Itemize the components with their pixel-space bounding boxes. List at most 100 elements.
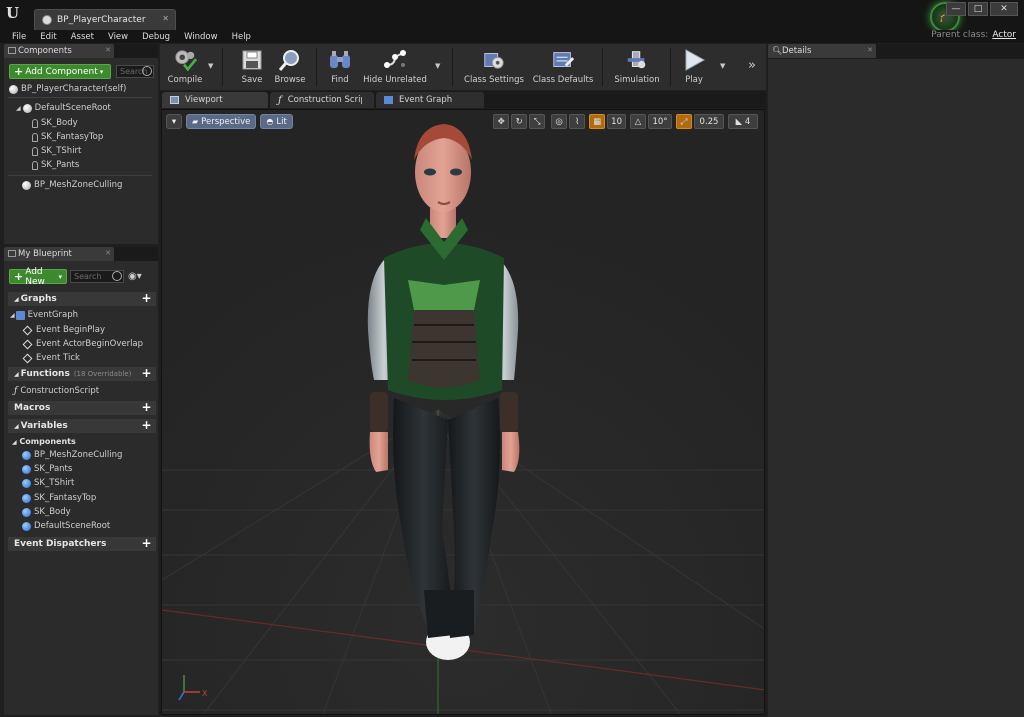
- menu-edit[interactable]: Edit: [40, 32, 56, 42]
- tree-item-sk-pants[interactable]: SK_Pants: [32, 158, 79, 172]
- add-component-button[interactable]: + Add Component ▾: [9, 64, 111, 79]
- viewport-scene: X: [162, 110, 764, 714]
- grid-snap-toggle-icon[interactable]: ▦: [589, 114, 606, 129]
- close-window-button[interactable]: ✕: [990, 2, 1018, 16]
- close-tab-icon[interactable]: ✕: [867, 46, 873, 54]
- document-tab[interactable]: BP_PlayerCharacter ✕: [34, 9, 176, 30]
- variable-item[interactable]: SK_Body: [22, 505, 71, 519]
- tab-event-graph[interactable]: Event Graph: [376, 92, 484, 108]
- menu-asset[interactable]: Asset: [71, 32, 94, 42]
- skeletal-mesh-icon: [32, 160, 38, 170]
- compile-options-arrow-icon[interactable]: ▼: [208, 62, 213, 70]
- scale-snap-value[interactable]: 0.25: [694, 114, 724, 129]
- tree-item-self[interactable]: BP_PlayerCharacter(self): [9, 82, 126, 96]
- details-tab-label: Details: [782, 46, 812, 56]
- dropdown-arrow-icon: ▾: [58, 272, 62, 281]
- variable-item[interactable]: SK_FantasyTop: [22, 491, 96, 505]
- class-defaults-button[interactable]: Class Defaults: [532, 44, 594, 90]
- menu-help[interactable]: Help: [232, 32, 251, 42]
- class-defaults-icon: [551, 48, 575, 72]
- variable-label: SK_Pants: [34, 464, 73, 474]
- perspective-dropdown[interactable]: ▰ Perspective: [186, 114, 257, 129]
- macros-section-header[interactable]: Macros +: [8, 401, 156, 415]
- menu-file[interactable]: File: [12, 32, 26, 42]
- tab-label: Construction Script: [287, 95, 362, 105]
- surface-snap-icon[interactable]: ⌇: [569, 114, 586, 129]
- compile-button[interactable]: Compile: [164, 44, 206, 90]
- add-function-icon[interactable]: +: [141, 367, 152, 379]
- world-local-icon[interactable]: ◎: [551, 114, 568, 129]
- hide-unrelated-options-arrow-icon[interactable]: ▼: [435, 62, 440, 70]
- maximize-button[interactable]: □: [968, 2, 988, 16]
- hide-unrelated-button[interactable]: Hide Unrelated: [362, 44, 428, 90]
- tree-item-defaultsceneroot[interactable]: ◢ DefaultSceneRoot: [16, 101, 111, 115]
- add-dispatcher-icon[interactable]: +: [141, 537, 152, 549]
- tree-item-sk-tshirt[interactable]: SK_TShirt: [32, 144, 81, 158]
- components-tab[interactable]: Components ✕: [4, 44, 114, 58]
- expand-arrow-icon[interactable]: ◢: [16, 105, 21, 112]
- variable-item[interactable]: SK_Pants: [22, 462, 72, 476]
- tree-item-eventgraph[interactable]: ◢ EventGraph: [10, 308, 78, 322]
- functions-section-header[interactable]: ◢ Functions (18 Overridable) +: [8, 367, 156, 381]
- tree-item-sk-fantasytop[interactable]: SK_FantasyTop: [32, 130, 103, 144]
- scale-snap-toggle-icon[interactable]: ⤢: [676, 114, 692, 129]
- browse-icon: [278, 48, 302, 72]
- tree-item-event[interactable]: Event ActorBeginOverlap: [22, 337, 143, 351]
- play-options-arrow-icon[interactable]: ▼: [720, 62, 725, 70]
- tree-item-event[interactable]: Event Tick: [22, 351, 80, 365]
- variables-section-header[interactable]: ◢ Variables +: [8, 419, 156, 433]
- tab-construction-script[interactable]: ƒ Construction Script: [270, 92, 374, 108]
- graphs-section-header[interactable]: ◢ Graphs +: [8, 292, 156, 306]
- viewport[interactable]: X ▾ ▰ Perspective ◓ Lit ✥ ↻ ⤡ ◎ ⌇ ▦ 10 △…: [161, 109, 765, 715]
- close-tab-icon[interactable]: ✕: [162, 14, 169, 23]
- class-settings-icon: [482, 48, 506, 72]
- add-new-button[interactable]: + Add New ▾: [9, 267, 67, 287]
- scale-mode-icon[interactable]: ⤡: [529, 114, 546, 129]
- function-icon: ƒ: [278, 94, 282, 106]
- rotation-snap-value[interactable]: 10°: [648, 114, 672, 129]
- minimize-button[interactable]: —: [946, 2, 966, 16]
- tree-item-event[interactable]: Event BeginPlay: [22, 323, 105, 337]
- tree-item-sk-body[interactable]: SK_Body: [32, 116, 78, 130]
- component-variable-icon: [22, 450, 31, 460]
- details-tab[interactable]: 🔍︎ Details ✕: [768, 44, 876, 58]
- close-tab-icon[interactable]: ✕: [105, 249, 111, 257]
- expand-arrow-icon[interactable]: ◢: [10, 312, 15, 319]
- translate-mode-icon[interactable]: ✥: [493, 114, 510, 129]
- add-macro-icon[interactable]: +: [141, 401, 152, 413]
- view-mode-dropdown[interactable]: ◓ Lit: [260, 114, 293, 129]
- viewport-options-dropdown[interactable]: ▾: [166, 114, 182, 129]
- rotation-snap-toggle-icon[interactable]: △: [630, 114, 646, 129]
- tree-item-meshzoneculling[interactable]: BP_MeshZoneCulling: [22, 178, 122, 192]
- section-label: Functions: [20, 369, 70, 379]
- add-variable-icon[interactable]: +: [141, 419, 152, 431]
- toolbar-overflow-icon[interactable]: »: [748, 58, 756, 73]
- components-subheader[interactable]: ◢ Components: [12, 437, 76, 446]
- find-button[interactable]: Find: [324, 44, 356, 90]
- parent-class-link[interactable]: Actor: [992, 30, 1016, 40]
- svg-text:X: X: [202, 689, 208, 698]
- menu-window[interactable]: Window: [184, 32, 218, 42]
- camera-speed-button[interactable]: ◣ 4: [728, 114, 758, 129]
- event-dispatchers-section-header[interactable]: Event Dispatchers +: [8, 537, 156, 551]
- menu-view[interactable]: View: [108, 32, 128, 42]
- variable-item[interactable]: SK_TShirt: [22, 476, 74, 490]
- tab-viewport[interactable]: Viewport: [162, 92, 268, 108]
- add-graph-icon[interactable]: +: [141, 292, 152, 304]
- close-tab-icon[interactable]: ✕: [105, 46, 111, 54]
- simulation-button[interactable]: Simulation: [610, 44, 664, 90]
- menu-debug[interactable]: Debug: [142, 32, 170, 42]
- skeletal-mesh-icon: [32, 132, 38, 142]
- class-settings-button[interactable]: Class Settings: [463, 44, 525, 90]
- eye-icon[interactable]: ◉▾: [128, 271, 142, 282]
- save-button[interactable]: Save: [234, 44, 270, 90]
- variable-item[interactable]: DefaultSceneRoot: [22, 519, 110, 533]
- browse-button[interactable]: Browse: [272, 44, 308, 90]
- browse-label: Browse: [274, 75, 306, 85]
- play-button[interactable]: Play: [678, 44, 710, 90]
- tree-item-constructionscript[interactable]: ƒ ConstructionScript: [14, 384, 99, 398]
- rotate-mode-icon[interactable]: ↻: [511, 114, 528, 129]
- grid-snap-value[interactable]: 10: [607, 114, 626, 129]
- variable-item[interactable]: BP_MeshZoneCulling: [22, 448, 122, 462]
- my-blueprint-tab[interactable]: My Blueprint ✕: [4, 247, 114, 261]
